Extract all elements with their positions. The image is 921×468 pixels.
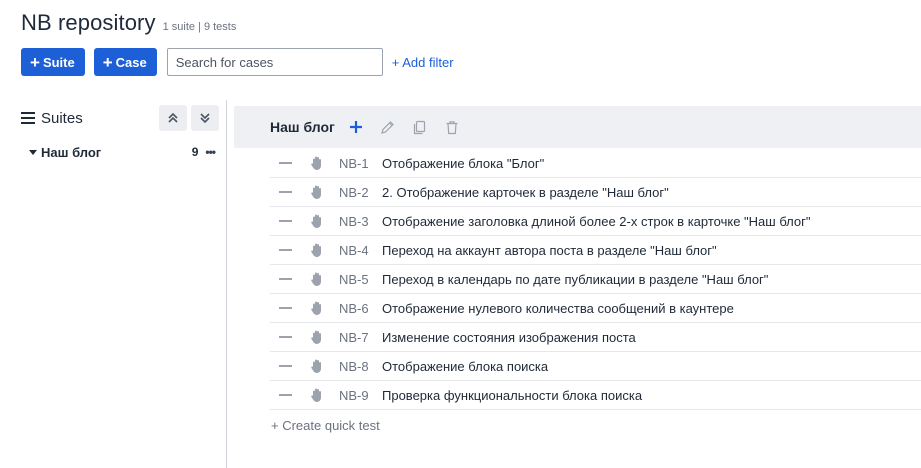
add-case-button[interactable]: + Case (93, 48, 157, 76)
case-row[interactable]: NB-3 Отображение заголовка длиной более 2… (270, 207, 921, 236)
case-row[interactable]: NB-2 2. Отображение карточек в разделе "Н… (270, 178, 921, 207)
collapse-all-button[interactable] (159, 105, 187, 131)
double-chevron-down-icon (200, 113, 210, 124)
double-chevron-up-icon (168, 112, 178, 123)
manual-test-icon (310, 213, 324, 229)
manual-test-icon (310, 271, 324, 287)
case-id: NB-7 (339, 329, 369, 345)
manual-test-icon (310, 358, 324, 374)
case-row[interactable]: NB-5 Переход в календарь по дате публикац… (270, 265, 921, 294)
priority-icon (279, 249, 292, 251)
menu-icon (21, 112, 35, 124)
priority-icon (279, 191, 292, 193)
add-filter-link[interactable]: + Add filter (392, 55, 454, 70)
case-title[interactable]: 2. Отображение карточек в разделе "Наш б… (382, 185, 669, 200)
suites-title: Suites (41, 109, 83, 127)
case-id: NB-9 (339, 387, 369, 403)
case-id: NB-4 (339, 242, 369, 258)
case-id: NB-5 (339, 271, 369, 287)
collapse-controls (155, 105, 219, 131)
create-quick-test-link[interactable]: + Create quick test (271, 418, 380, 433)
plus-icon: + (30, 52, 40, 72)
manual-test-icon (310, 387, 324, 403)
case-id: NB-1 (339, 155, 369, 171)
manual-test-icon (310, 184, 324, 200)
add-case-label: Case (115, 54, 147, 70)
edit-icon[interactable] (380, 119, 396, 135)
case-title[interactable]: Переход на аккаунт автора поста в раздел… (382, 243, 717, 258)
suite-header-bar: Наш блог (234, 106, 921, 148)
suite-tree-item[interactable]: Наш блог 9 ••• (29, 143, 216, 161)
priority-icon (279, 365, 292, 367)
suite-case-count: 9 (191, 145, 199, 159)
case-list: NB-1 Отображение блока "Блог" NB-2 2. Отобр… (270, 149, 921, 410)
priority-icon (279, 307, 292, 309)
case-title[interactable]: Отображение нулевого количества сообщени… (382, 301, 734, 316)
suite-more-menu[interactable]: ••• (205, 145, 216, 159)
priority-icon (279, 278, 292, 280)
case-title[interactable]: Проверка функциональности блока поиска (382, 388, 642, 403)
repository-stats: 1 suite | 9 tests (162, 21, 237, 33)
case-id: NB-2 (339, 184, 369, 200)
case-title[interactable]: Отображение блока поиска (382, 359, 548, 374)
plus-icon: + (102, 52, 113, 72)
case-id: NB-8 (339, 358, 369, 374)
priority-icon (279, 220, 292, 222)
case-title[interactable]: Изменение состояния изображения поста (382, 330, 636, 345)
panel-divider[interactable] (226, 100, 227, 468)
priority-icon (279, 394, 292, 396)
case-row[interactable]: NB-6 Отображение нулевого количества сооб… (270, 294, 921, 323)
search-input[interactable] (166, 48, 383, 76)
page-title: NB repository (21, 10, 156, 35)
manual-test-icon (310, 242, 324, 258)
case-title[interactable]: Отображение заголовка длиной более 2-х с… (382, 214, 811, 229)
case-row[interactable]: NB-4 Переход на аккаунт автора поста в ра… (270, 236, 921, 265)
case-row[interactable]: NB-1 Отображение блока "Блог" (270, 149, 921, 178)
case-id: NB-3 (339, 213, 369, 229)
expand-all-button[interactable] (191, 105, 219, 131)
case-title[interactable]: Переход в календарь по дате публикации в… (382, 272, 768, 287)
priority-icon (279, 162, 292, 164)
trash-icon[interactable] (444, 119, 460, 135)
add-suite-button[interactable]: + Suite (21, 48, 85, 76)
suites-header: Suites (21, 104, 219, 132)
suite-title: Наш блог (270, 119, 335, 135)
case-row[interactable]: NB-7 Изменение состояния изображения пост… (270, 323, 921, 352)
case-row[interactable]: NB-9 Проверка функциональности блока поис… (270, 381, 921, 410)
add-case-icon[interactable] (348, 119, 364, 135)
case-title[interactable]: Отображение блока "Блог" (382, 156, 544, 171)
caret-down-icon[interactable] (29, 149, 37, 155)
priority-icon (279, 336, 292, 338)
page-header: NB repository 1 suite | 9 tests (21, 10, 236, 36)
case-row[interactable]: NB-8 Отображение блока поиска (270, 352, 921, 381)
case-id: NB-6 (339, 300, 369, 316)
manual-test-icon (310, 300, 324, 316)
manual-test-icon (310, 329, 324, 345)
copy-icon[interactable] (412, 119, 428, 135)
suite-name: Наш блог (41, 144, 102, 160)
toolbar: + Suite + Case + Add filter (21, 48, 454, 76)
manual-test-icon (310, 155, 324, 171)
add-suite-label: Suite (42, 54, 75, 70)
